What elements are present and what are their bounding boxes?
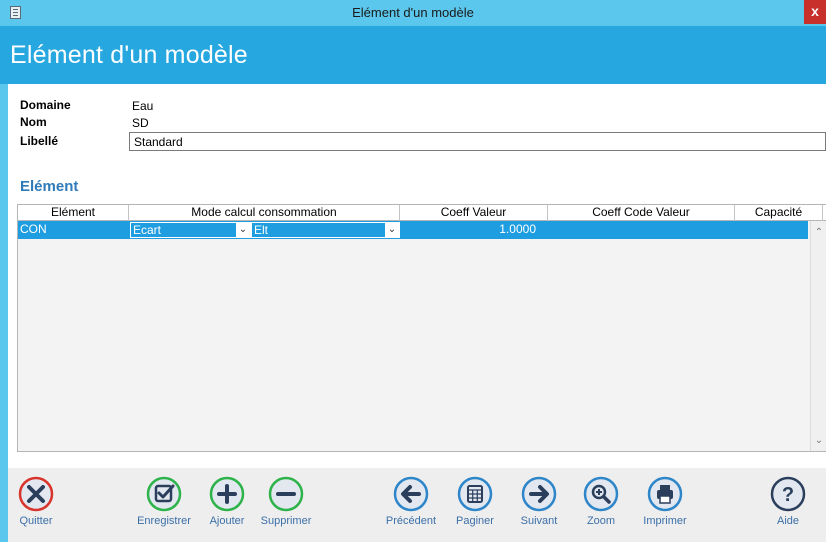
mode-calcul-value-1: Ecart: [133, 223, 162, 237]
close-circle-icon: [18, 476, 54, 512]
zoom-in-icon: [583, 476, 619, 512]
grid-vertical-scrollbar[interactable]: ⌃ ⌄: [810, 221, 826, 451]
column-header-coeff-code-valeur[interactable]: Coeff Code Valeur: [548, 205, 735, 221]
column-header-mode-calcul[interactable]: Mode calcul consommation: [129, 205, 400, 221]
imprimer-label: Imprimer: [643, 515, 687, 527]
imprimer-button[interactable]: Imprimer: [631, 476, 699, 527]
enregistrer-button[interactable]: Enregistrer: [130, 476, 198, 527]
scroll-down-icon[interactable]: ⌄: [811, 433, 826, 449]
bottom-toolbar: Quitter Enregistrer Ajouter Supprimer Pr…: [8, 468, 826, 542]
ajouter-label: Ajouter: [209, 515, 245, 527]
minus-circle-icon: [268, 476, 304, 512]
mode-calcul-select-2[interactable]: Elt ⌄: [251, 222, 400, 238]
nom-label: Nom: [20, 115, 47, 129]
cell-capacite[interactable]: [735, 221, 808, 239]
plus-circle-icon: [209, 476, 245, 512]
libelle-label: Libellé: [20, 134, 59, 148]
zoom-button[interactable]: Zoom: [567, 476, 635, 527]
precedent-label: Précédent: [385, 515, 437, 527]
quitter-label: Quitter: [19, 515, 53, 527]
nom-value: SD: [132, 116, 149, 130]
help-circle-icon: ?: [770, 476, 806, 512]
window-title: Elément d'un modèle: [352, 5, 474, 20]
paginer-button[interactable]: Paginer: [441, 476, 509, 527]
enregistrer-label: Enregistrer: [137, 515, 191, 527]
window-left-border: [0, 84, 8, 542]
chevron-down-icon[interactable]: ⌄: [385, 222, 399, 238]
arrow-left-icon: [393, 476, 429, 512]
column-header-element[interactable]: Elément: [18, 205, 129, 221]
page-header: Elément d'un modèle: [0, 26, 826, 84]
printer-icon: [647, 476, 683, 512]
zoom-label: Zoom: [586, 515, 616, 527]
column-header-capacite[interactable]: Capacité: [735, 205, 823, 221]
cell-element[interactable]: CON: [20, 221, 120, 239]
precedent-button[interactable]: Précédent: [377, 476, 445, 527]
window-title-bar: Elément d'un modèle x: [0, 0, 826, 26]
element-grid: Elément Mode calcul consommation Coeff V…: [17, 204, 826, 452]
table-row[interactable]: CON Ecart ⌄ Elt ⌄ 1.0000: [18, 221, 808, 239]
supprimer-button[interactable]: Supprimer: [252, 476, 320, 527]
svg-text:?: ?: [782, 484, 794, 506]
libelle-field[interactable]: Standard: [129, 132, 826, 151]
quitter-button[interactable]: Quitter: [2, 476, 70, 527]
page-title: Elément d'un modèle: [10, 41, 248, 69]
chevron-down-icon[interactable]: ⌄: [236, 222, 250, 238]
save-check-icon: [146, 476, 182, 512]
mode-calcul-value-2: Elt: [254, 223, 269, 237]
domaine-value: Eau: [132, 99, 154, 113]
mode-calcul-select-1[interactable]: Ecart ⌄: [130, 222, 251, 238]
arrow-right-icon: [521, 476, 557, 512]
close-window-button[interactable]: x: [804, 0, 826, 24]
scroll-up-icon[interactable]: ⌃: [811, 225, 826, 241]
section-title-element: Elément: [20, 178, 79, 195]
paginer-label: Paginer: [456, 515, 494, 527]
domaine-label: Domaine: [20, 98, 71, 112]
cell-coeff-code-valeur[interactable]: [548, 221, 735, 239]
suivant-button[interactable]: Suivant: [505, 476, 573, 527]
aide-button[interactable]: ? Aide: [754, 476, 822, 527]
column-header-coeff-valeur[interactable]: Coeff Valeur: [400, 205, 548, 221]
supprimer-label: Supprimer: [260, 515, 312, 527]
grid-header: Elément Mode calcul consommation Coeff V…: [18, 205, 826, 221]
cell-coeff-valeur[interactable]: 1.0000: [400, 221, 536, 239]
suivant-label: Suivant: [520, 515, 558, 527]
aide-label: Aide: [776, 515, 800, 527]
ajouter-button[interactable]: Ajouter: [193, 476, 261, 527]
grid-table-icon: [457, 476, 493, 512]
